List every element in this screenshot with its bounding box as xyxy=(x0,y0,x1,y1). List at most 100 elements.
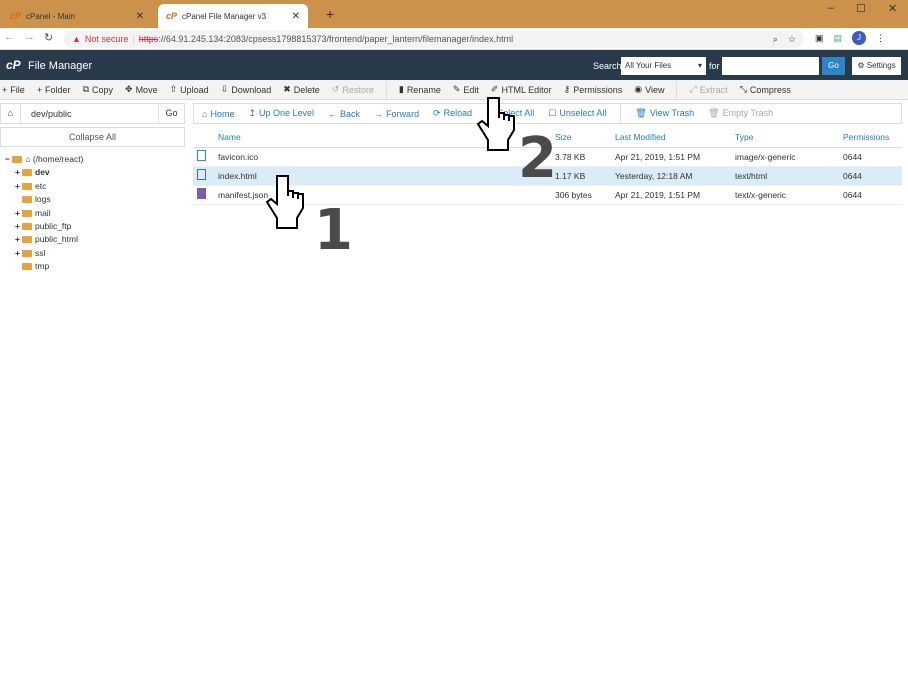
toolbar-view-button[interactable]: ◉ View xyxy=(634,84,664,95)
toolbar-folder-button[interactable]: + Folder xyxy=(37,85,71,95)
restore-icon: ↺ xyxy=(331,84,340,94)
close-tab-icon[interactable]: ✕ xyxy=(136,11,144,22)
toolbar-download-button[interactable]: ⇩ Download xyxy=(221,84,272,95)
folder-icon xyxy=(22,196,32,204)
expand-icon[interactable]: + xyxy=(15,220,22,233)
tree-item-dev[interactable]: + dev xyxy=(5,166,83,179)
nav-back-button[interactable]: ← Back xyxy=(328,109,360,119)
toolbar-delete-button[interactable]: ✖ Delete xyxy=(283,84,320,95)
url-input[interactable]: ▲ Not secure | https://64.91.245.134:2083… xyxy=(64,30,804,48)
cpanel-favicon-icon: cP xyxy=(10,11,22,21)
header-modified[interactable]: Last Modified xyxy=(615,128,735,148)
settings-button[interactable]: ⚙ Settings xyxy=(852,57,901,75)
step-1-label: 1 xyxy=(314,198,353,263)
arrow-right-icon: → xyxy=(374,108,384,119)
maximize-icon[interactable]: ☐ xyxy=(856,2,866,15)
toolbar-permissions-button[interactable]: ⚷ Permissions xyxy=(564,84,623,95)
nav-reload-button[interactable]: ⟳ Reload xyxy=(433,108,472,119)
new-tab-button[interactable]: + xyxy=(326,6,334,22)
download-icon: ⇩ xyxy=(220,84,229,94)
eye-icon: ◉ xyxy=(634,84,643,94)
expand-icon[interactable]: + xyxy=(15,247,22,260)
header-size[interactable]: Size xyxy=(555,128,615,148)
star-icon[interactable]: ☆ xyxy=(788,34,796,45)
search-input[interactable] xyxy=(722,57,819,75)
collapse-all-button[interactable]: Collapse All xyxy=(0,127,185,147)
toolbar: + File + Folder ⧉ Copy ✥ Move ⇧ Upload ⇩ Download ✖ D… xyxy=(0,80,908,100)
close-icon: ✖ xyxy=(283,84,291,94)
nav-unselect-all-button[interactable]: ☐ Unselect All xyxy=(548,108,606,119)
divider xyxy=(676,80,678,99)
header-permissions[interactable]: Permissions xyxy=(843,128,902,148)
navigation-bar: ⌂Home↥Up One Level←Back→Forward⟳Reload☐S… xyxy=(193,103,902,124)
nav-up-one-level-button[interactable]: ↥ Up One Level xyxy=(248,108,314,119)
pencil-icon: ✎ xyxy=(452,84,461,94)
forward-icon[interactable]: → xyxy=(24,31,35,44)
toolbar-upload-button[interactable]: ⇧ Upload xyxy=(170,84,209,95)
folder-icon xyxy=(22,236,32,244)
toolbar-restore-button[interactable]: ↺ Restore xyxy=(332,84,374,95)
expand-icon[interactable]: + xyxy=(15,207,22,220)
nav-home-button[interactable]: ⌂ Home xyxy=(202,109,234,119)
close-window-icon[interactable]: ✕ xyxy=(888,2,897,15)
menu-icon[interactable]: ⋮ xyxy=(876,33,885,44)
hand-cursor-icon xyxy=(476,97,515,151)
tab-file-manager[interactable]: cP cPanel File Manager v3 ✕ xyxy=(158,4,308,28)
toolbar-rename-button[interactable]: ▮ Rename xyxy=(399,84,441,95)
home-icon[interactable]: ⌂ xyxy=(1,104,21,123)
folder-icon xyxy=(22,209,32,217)
warning-icon: ▲ xyxy=(72,34,81,44)
up-icon: ↥ xyxy=(248,108,256,118)
header-type[interactable]: Type xyxy=(735,128,843,148)
tree-item-public_html[interactable]: + public_html xyxy=(5,233,83,246)
extension2-icon[interactable]: ▤ xyxy=(834,33,843,44)
toolbar-edit-button[interactable]: ✎ Edit xyxy=(453,84,479,95)
expand-icon[interactable]: + xyxy=(15,166,22,179)
plus-icon: + xyxy=(36,84,43,95)
expand-icon[interactable]: + xyxy=(15,233,22,246)
trash-icon: 🗑 xyxy=(708,108,720,118)
extract-icon: ⤢ xyxy=(689,84,697,94)
tree-item-tmp[interactable]: tmp xyxy=(5,260,83,273)
browser-tab-bar: cP cPanel - Main ✕ cP cPanel File Manager v… xyxy=(0,0,908,28)
trash-icon: 🗑 xyxy=(635,108,647,118)
cpanel-logo: cP xyxy=(6,58,21,72)
nav-view-trash-button[interactable]: 🗑 View Trash xyxy=(635,108,694,119)
path-input[interactable]: dev/public xyxy=(21,109,158,119)
tree-item-etc[interactable]: + etc xyxy=(5,180,83,193)
tab-cpanel-main[interactable]: cP cPanel - Main ✕ xyxy=(2,4,152,28)
search-go-button[interactable]: Go xyxy=(822,57,845,75)
zoom-icon[interactable]: ⌕ xyxy=(773,34,778,45)
page-title: File Manager xyxy=(28,60,93,72)
expand-icon[interactable]: + xyxy=(15,180,22,193)
compress-icon: ⤡ xyxy=(739,84,747,94)
tree-item-public_ftp[interactable]: + public_ftp xyxy=(5,220,83,233)
window-controls: – ☐ ✕ xyxy=(828,2,897,15)
search-scope-select[interactable]: All Your Files ▾ xyxy=(621,57,706,75)
nav-empty-trash-button[interactable]: 🗑 Empty Trash xyxy=(708,108,773,119)
toolbar-extract-button[interactable]: ⤢ Extract xyxy=(689,84,727,95)
tree-root[interactable]: − ⌂ (/home/react) xyxy=(5,153,83,166)
back-icon[interactable]: ← xyxy=(4,31,15,44)
close-tab-icon[interactable]: ✕ xyxy=(292,11,300,22)
toolbar-copy-button[interactable]: ⧉ Copy xyxy=(83,84,113,95)
hand-cursor-icon xyxy=(265,175,304,229)
path-go-button[interactable]: Go xyxy=(158,104,184,123)
nav-forward-button[interactable]: → Forward xyxy=(374,109,419,119)
reload-icon[interactable]: ↻ xyxy=(44,31,53,44)
minimize-icon[interactable]: – xyxy=(828,2,834,15)
avatar[interactable]: J xyxy=(852,31,867,45)
toolbar-file-button[interactable]: + File xyxy=(2,85,25,95)
checkbox-icon: ☐ xyxy=(548,108,557,118)
extension-icon[interactable]: ▣ xyxy=(815,33,824,44)
tree-item-mail[interactable]: + mail xyxy=(5,207,83,220)
file-icon: ▮ xyxy=(398,84,404,94)
arrow-left-icon: ← xyxy=(328,108,338,119)
toolbar-compress-button[interactable]: ⤡ Compress xyxy=(740,84,791,95)
toolbar-move-button[interactable]: ✥ Move xyxy=(125,84,158,95)
image-file-icon xyxy=(197,150,206,161)
path-bar: ⌂ dev/public Go xyxy=(0,103,185,124)
tree-item-logs[interactable]: logs xyxy=(5,193,83,206)
folder-icon xyxy=(22,249,32,257)
tree-item-ssl[interactable]: + ssl xyxy=(5,247,83,260)
